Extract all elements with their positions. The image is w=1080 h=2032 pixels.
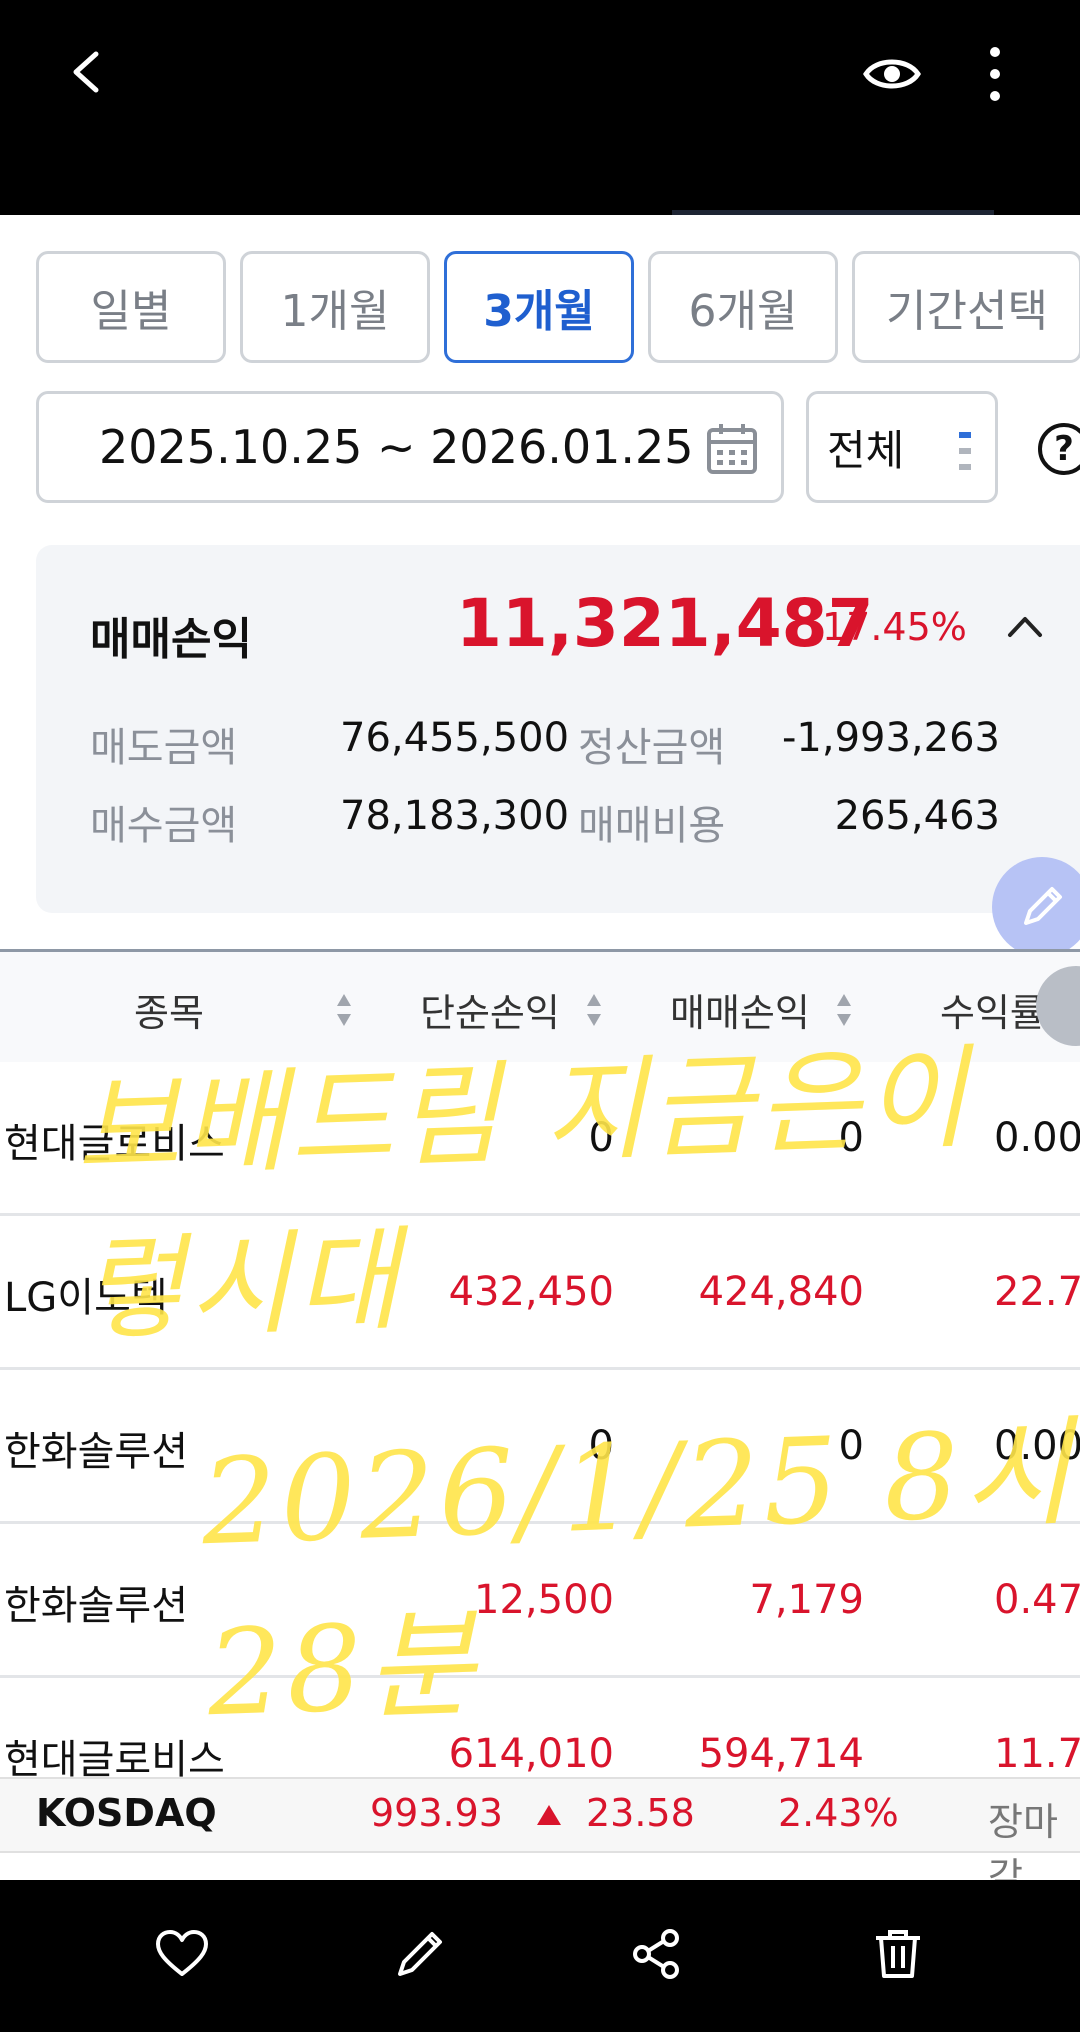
sell-amount-value-wrap: 76,455,500 [340,715,569,761]
buy-amount-value-wrap: 78,183,300 [340,793,569,839]
tab-custom-period[interactable]: 기간선택 [852,251,1080,363]
simple-profit: 12,500 [474,1577,614,1623]
table-row[interactable]: LG이노텍 432,450 424,840 22.74% [0,1213,1080,1370]
gallery-action-bar [0,1880,1080,2032]
summary-title: 매매손익 [90,614,252,665]
summary-profit-amount: 11,321,487 [456,585,874,662]
market-ticker-bar[interactable]: KOSDAQ 993.93 23.58 2.43% 장마감 [0,1777,1080,1880]
table-row[interactable]: 한화솔루션 12,500 7,179 0.47% [0,1521,1080,1678]
tab-1-month[interactable]: 1개월 [240,251,430,363]
sell-amount-label: 매도금액 [90,725,238,771]
table-header: 종목 단순손익 매매손익 수익률 [0,949,1080,1062]
buy-amount-value: 78,183,300 [340,793,570,839]
trade-profit: 0 [838,1423,864,1469]
trade-profit: 424,840 [698,1269,864,1315]
trade-cost-row: 매매비용 [578,793,725,851]
trade-cost-value-wrap: 265,463 [835,793,1000,839]
settle-amount-value: -1,993,263 [781,715,1000,761]
return-rate: 0.00% [994,1423,1080,1469]
header-return-rate[interactable]: 수익률 [940,982,1045,1037]
pencil-icon[interactable] [392,1926,448,1982]
buy-amount-label: 매수금액 [90,803,238,849]
account-filter-dropdown[interactable]: 전체 [806,391,998,503]
simple-profit: 0 [588,1423,614,1469]
header-stock[interactable]: 종목 [134,982,204,1037]
sell-amount-value: 76,455,500 [340,715,570,761]
sort-icon[interactable] [336,992,352,1028]
edit-fab-button[interactable] [992,857,1080,957]
return-rate: 11.71% [994,1731,1080,1777]
date-range-field[interactable]: 2025.10.25 ~ 2026.01.25 [36,391,784,503]
ticker-index-name: KOSDAQ [36,1791,217,1835]
trade-cost-value: 265,463 [834,793,1000,839]
share-icon[interactable] [628,1926,684,1982]
account-filter-label: 전체 [827,425,905,475]
trade-cost-label: 매매비용 [578,803,726,849]
tab-6-months[interactable]: 6개월 [648,251,838,363]
heart-icon[interactable] [154,1926,210,1982]
up-triangle-icon [537,1805,561,1825]
help-icon[interactable]: ? [1038,423,1080,475]
ticker-percent: 2.43% [778,1791,899,1835]
back-arrow-icon[interactable] [66,50,110,94]
market-status: 장마감 [988,1800,1058,1880]
tab-daily[interactable]: 일별 [36,251,226,363]
trade-summary-card: 매매손익 11,321,487 17.45% 매도금액 76,455,500 정… [36,545,1080,913]
trash-icon[interactable] [870,1926,926,1982]
sell-amount-row: 매도금액 [90,715,237,773]
trade-profit: 0 [838,1115,864,1161]
tab-3-months[interactable]: 3개월 [444,251,634,363]
stock-name: 현대글로비스 [4,1121,225,1167]
chevron-up-icon[interactable] [1004,605,1046,647]
return-rate: 0.47% [994,1577,1080,1623]
table-row[interactable]: 현대글로비스 0 0 0.00% [0,1059,1080,1216]
header-trade-profit[interactable]: 매매손익 [670,982,810,1037]
simple-profit: 0 [588,1115,614,1161]
period-tabs: 일별 1개월 3개월 6개월 기간선택 [36,251,1080,367]
ticker-change: 23.58 [586,1791,695,1835]
trade-profit: 594,714 [698,1731,864,1777]
stock-name: LG이노텍 [4,1275,168,1321]
stock-name: 한화솔루션 [4,1429,188,1475]
settle-amount-row: 정산금액 [578,715,725,773]
pencil-icon [1024,887,1062,925]
sort-icon[interactable] [836,992,852,1028]
header-simple-profit[interactable]: 단순손익 [420,982,560,1037]
table-row[interactable]: 한화솔루션 0 0 0.00% [0,1367,1080,1524]
stock-name: 한화솔루션 [4,1583,188,1629]
return-rate: 22.74% [994,1269,1080,1315]
top-app-bar [0,0,1080,215]
date-range-text: 2025.10.25 ~ 2026.01.25 [99,420,694,474]
ticker-index-value: 993.93 [370,1791,503,1835]
settle-amount-value-wrap: -1,993,263 [782,715,1000,761]
trade-profit: 7,179 [749,1577,864,1623]
buy-amount-row: 매수금액 [90,793,237,851]
eye-icon[interactable] [862,44,922,104]
return-rate: 0.00% [994,1115,1080,1161]
simple-profit: 432,450 [448,1269,614,1315]
calendar-icon[interactable] [705,422,759,476]
settle-amount-label: 정산금액 [578,725,726,771]
more-options-icon[interactable] [980,44,1010,104]
app-screen: 일별 1개월 3개월 6개월 기간선택 2025.10.25 ~ 2026.01… [0,215,1080,1880]
sort-icon[interactable] [586,992,602,1028]
dropdown-handle-icon [959,432,971,470]
summary-profit-rate: 17.45% [822,605,967,649]
simple-profit: 614,010 [448,1731,614,1777]
